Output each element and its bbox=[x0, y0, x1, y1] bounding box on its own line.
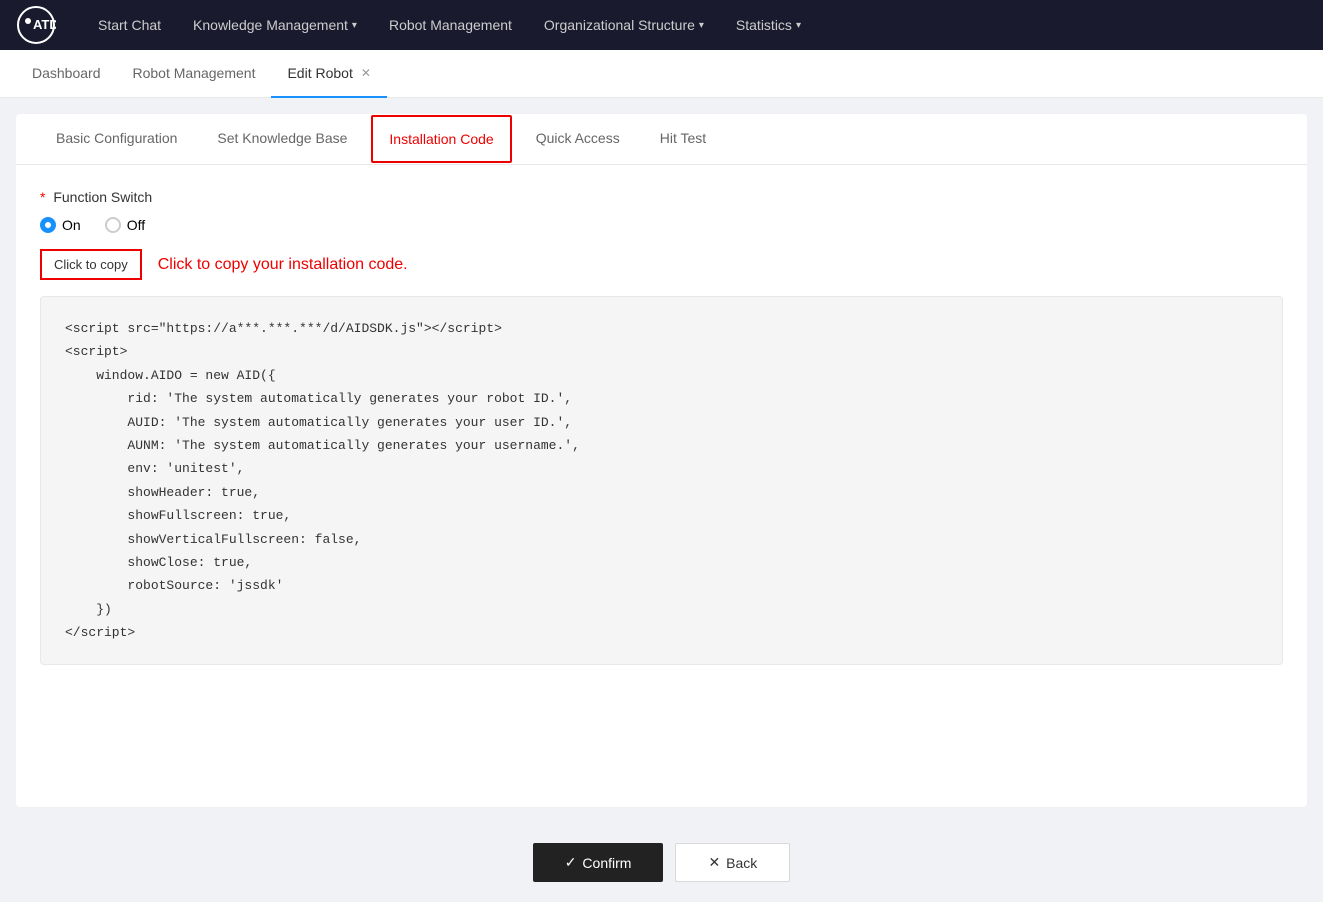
breadcrumb-tab-edit-robot[interactable]: Edit Robot ✕ bbox=[271, 50, 386, 98]
svg-text:ATD: ATD bbox=[33, 17, 56, 32]
copy-button[interactable]: Click to copy bbox=[40, 249, 142, 280]
close-tab-icon[interactable]: ✕ bbox=[361, 66, 371, 80]
radio-off-circle bbox=[105, 217, 121, 233]
tab-hit-test[interactable]: Hit Test bbox=[644, 114, 722, 164]
required-indicator: * bbox=[40, 189, 45, 205]
tab-content: * Function Switch On Off Click to copy bbox=[16, 165, 1307, 689]
app-logo: ATD bbox=[16, 5, 56, 45]
footer-actions: ✓ Confirm ✕ Back bbox=[0, 823, 1323, 902]
nav-robot-management[interactable]: Robot Management bbox=[375, 0, 526, 50]
chevron-down-icon: ▾ bbox=[699, 20, 704, 31]
tab-installation-code[interactable]: Installation Code bbox=[371, 115, 511, 163]
tab-set-knowledge-base[interactable]: Set Knowledge Base bbox=[201, 114, 363, 164]
installation-code-block: <script src="https://a***.***.***/d/AIDS… bbox=[40, 296, 1283, 665]
chevron-down-icon: ▾ bbox=[352, 20, 357, 31]
nav-organizational-structure[interactable]: Organizational Structure ▾ bbox=[530, 0, 718, 50]
nav-statistics[interactable]: Statistics ▾ bbox=[722, 0, 815, 50]
function-switch-label: * Function Switch bbox=[40, 189, 1283, 205]
radio-on-circle bbox=[40, 217, 56, 233]
radio-off[interactable]: Off bbox=[105, 217, 145, 233]
breadcrumb-tab-robot-management[interactable]: Robot Management bbox=[117, 50, 272, 98]
check-icon: ✓ bbox=[565, 854, 577, 871]
copy-hint-text: Click to copy your installation code. bbox=[158, 256, 408, 274]
back-button[interactable]: ✕ Back bbox=[675, 843, 790, 882]
confirm-button[interactable]: ✓ Confirm bbox=[533, 843, 664, 882]
close-icon: ✕ bbox=[708, 854, 720, 871]
tab-basic-configuration[interactable]: Basic Configuration bbox=[40, 114, 193, 164]
function-switch-radio-group: On Off bbox=[40, 217, 1283, 233]
page-tabs: Basic Configuration Set Knowledge Base I… bbox=[16, 114, 1307, 165]
tab-quick-access[interactable]: Quick Access bbox=[520, 114, 636, 164]
radio-on[interactable]: On bbox=[40, 217, 81, 233]
nav-start-chat[interactable]: Start Chat bbox=[84, 0, 175, 50]
chevron-down-icon: ▾ bbox=[796, 20, 801, 31]
copy-row: Click to copy Click to copy your install… bbox=[40, 249, 1283, 280]
top-navigation: ATD Start Chat Knowledge Management ▾ Ro… bbox=[0, 0, 1323, 50]
breadcrumb-tab-dashboard[interactable]: Dashboard bbox=[16, 50, 117, 98]
breadcrumb: Dashboard Robot Management Edit Robot ✕ bbox=[0, 50, 1323, 98]
main-content: Basic Configuration Set Knowledge Base I… bbox=[16, 114, 1307, 807]
nav-knowledge-management[interactable]: Knowledge Management ▾ bbox=[179, 0, 371, 50]
